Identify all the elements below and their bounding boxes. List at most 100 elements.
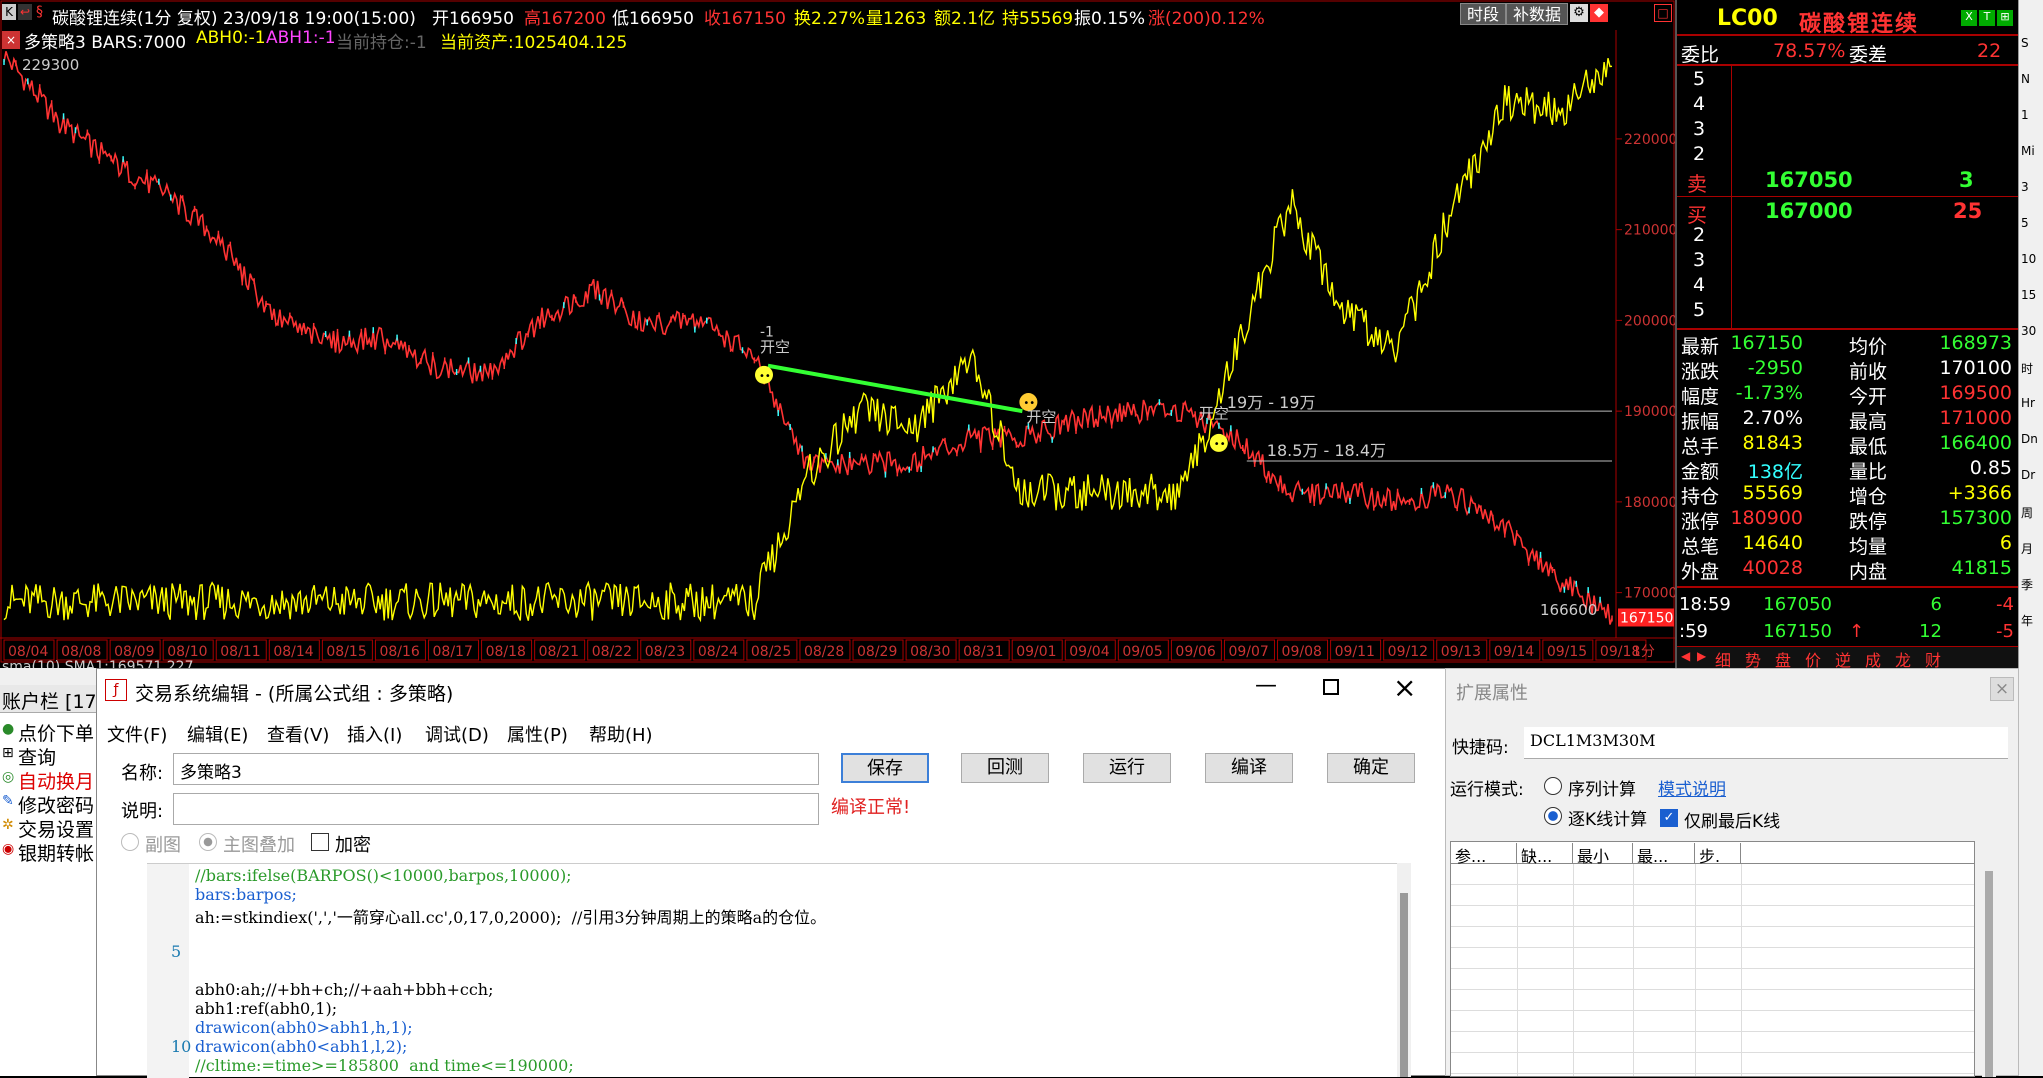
low-price-label: 166600 xyxy=(1540,601,1597,619)
backtest-button[interactable]: 回测 xyxy=(961,753,1049,783)
stat-label: 金额 xyxy=(1681,461,1720,483)
editor-scrollbar[interactable] xyxy=(1397,863,1411,1077)
account-item[interactable]: 查询 xyxy=(18,743,56,770)
period-button[interactable]: 时段 xyxy=(1460,3,1507,25)
stat-label: 涨停 xyxy=(1681,511,1720,533)
close-icon[interactable]: × xyxy=(1393,671,1416,704)
account-item[interactable]: 银期转帐 xyxy=(18,839,94,866)
stat-value: 157300 xyxy=(1939,507,2012,529)
side-tool-item[interactable]: 年 xyxy=(2021,612,2033,629)
sequence-radio[interactable] xyxy=(1544,777,1562,795)
side-tool-item[interactable]: 1 xyxy=(2021,108,2029,122)
grid-col-header[interactable]: 步. xyxy=(1699,843,1741,866)
mode-help-link[interactable]: 模式说明 xyxy=(1658,775,1726,800)
side-tool-item[interactable]: 3 xyxy=(2021,180,2029,194)
quote-code: LC00 xyxy=(1717,6,1778,31)
grid-scrollbar[interactable] xyxy=(1982,841,1996,1077)
buy-price: 167000 xyxy=(1765,199,1853,223)
fill-data-button[interactable]: 补数据 xyxy=(1506,3,1569,25)
dialog-titlebar: ƒ 交易系统编辑 - (所属公式组 : 多策略) — × xyxy=(97,669,1447,713)
side-tool-item[interactable]: S xyxy=(2021,36,2029,50)
side-tool-item[interactable]: 时 xyxy=(2021,360,2033,377)
prev-icon[interactable]: ◀ xyxy=(1681,649,1690,663)
run-button[interactable]: 运行 xyxy=(1083,753,1171,783)
sub-chart-radio[interactable] xyxy=(121,833,139,851)
last-kline-checkbox[interactable]: ✓ xyxy=(1660,809,1678,827)
t-icon[interactable]: T xyxy=(1979,10,1995,26)
shortcut-field[interactable]: DCL1M3M30M xyxy=(1524,727,2008,759)
price-chart: 220000 210000 200000 190000 180000 170000 08/0… xyxy=(0,0,1675,663)
chart-area[interactable]: 220000 210000 200000 190000 180000 170000 08/0… xyxy=(0,0,1675,663)
side-tool-item[interactable]: 月 xyxy=(2021,540,2033,557)
side-tool-item[interactable]: Hr xyxy=(2021,396,2035,410)
maximize-window-icon[interactable] xyxy=(1323,679,1339,695)
grid-col-header[interactable]: 最... xyxy=(1637,843,1695,866)
encrypt-checkbox[interactable] xyxy=(311,833,329,851)
band-label-2: 18.5万 - 18.4万 xyxy=(1267,441,1386,460)
grid-row[interactable] xyxy=(1451,927,1974,948)
side-tool-item[interactable]: 季 xyxy=(2021,576,2033,593)
code-editor[interactable]: 5 10 //bars:ifelse(BARPOS()<10000,barpos,… xyxy=(147,863,1403,1078)
account-item[interactable]: 交易设置 xyxy=(18,815,94,842)
volume: 量1263 xyxy=(866,9,927,29)
grid-row[interactable] xyxy=(1451,906,1974,927)
side-tool-item[interactable]: 周 xyxy=(2021,504,2033,521)
grid-row[interactable] xyxy=(1451,1032,1974,1053)
save-button[interactable]: 保存 xyxy=(841,753,929,783)
side-tool-item[interactable]: N xyxy=(2021,72,2030,86)
minimize-icon[interactable]: — xyxy=(1255,673,1277,698)
k-menu-icon[interactable]: K xyxy=(2,4,16,20)
account-item[interactable]: 点价下单 xyxy=(18,719,94,746)
menu-item[interactable]: 属性(P) xyxy=(507,721,568,747)
asset-value: 当前资产:1025404.125 xyxy=(440,33,628,53)
main-overlay-radio[interactable] xyxy=(199,833,217,851)
grid-row[interactable] xyxy=(1451,948,1974,969)
kline-radio[interactable] xyxy=(1544,807,1562,825)
grid-row[interactable] xyxy=(1451,990,1974,1011)
account-item[interactable]: 自动换月 xyxy=(18,767,94,794)
ext-close-icon[interactable]: × xyxy=(1990,677,2014,701)
sell-label: 卖 xyxy=(1687,172,1707,196)
account-item[interactable]: 修改密码 xyxy=(18,791,94,818)
side-tool-item[interactable]: Mi xyxy=(2021,144,2035,158)
param-grid[interactable]: 参... 缺... 最小 最... 步. xyxy=(1450,841,1975,1077)
side-tool-item[interactable]: 10 xyxy=(2021,252,2036,266)
split-icon[interactable]: ⊞ xyxy=(1997,10,2013,26)
stat-value: 170100 xyxy=(1939,357,2012,379)
menu-item[interactable]: 查看(V) xyxy=(267,721,329,747)
ok-button[interactable]: 确定 xyxy=(1327,753,1415,783)
maximize-icon[interactable]: □ xyxy=(1654,4,1672,22)
side-tool-item[interactable]: 30 xyxy=(2021,324,2036,338)
side-tool-item[interactable]: 15 xyxy=(2021,288,2036,302)
side-tool-item[interactable]: Dn xyxy=(2021,432,2038,446)
compile-button[interactable]: 编译 xyxy=(1205,753,1293,783)
y-tick-label: 200000 xyxy=(1624,313,1675,329)
menu-item[interactable]: 帮助(H) xyxy=(589,721,653,747)
grid-row[interactable] xyxy=(1451,1011,1974,1032)
grid-col-header[interactable]: 最小 xyxy=(1577,843,1633,866)
menu-item[interactable]: 调试(D) xyxy=(425,721,489,747)
menu-item[interactable]: 文件(F) xyxy=(107,721,167,747)
x-icon[interactable]: X xyxy=(1961,10,1977,26)
menu-item[interactable]: 编辑(E) xyxy=(187,721,248,747)
x-tick-label: 08/30 xyxy=(910,644,950,660)
alert-icon[interactable]: ◆ xyxy=(1590,4,1608,22)
grid-col-header[interactable]: 参... xyxy=(1455,843,1517,866)
grid-row[interactable] xyxy=(1451,864,1974,885)
y-tick-label: 170000 xyxy=(1624,586,1675,602)
name-field[interactable]: 多策略3 xyxy=(173,753,819,785)
stat-label: 跌停 xyxy=(1849,511,1888,533)
dialog-title: 交易系统编辑 - (所属公式组 : 多策略) xyxy=(135,683,454,705)
strategy-close-icon[interactable]: × xyxy=(2,31,20,49)
menu-item[interactable]: 插入(I) xyxy=(347,721,402,747)
back-icon[interactable]: ↩ xyxy=(18,4,32,20)
desc-field[interactable] xyxy=(173,793,819,825)
next-icon[interactable]: ▶ xyxy=(1697,649,1706,663)
grid-row[interactable] xyxy=(1451,969,1974,990)
side-tool-item[interactable]: 5 xyxy=(2021,216,2029,230)
grid-col-header[interactable]: 缺... xyxy=(1521,843,1573,866)
grid-row[interactable] xyxy=(1451,1053,1974,1074)
side-tool-item[interactable]: Dr xyxy=(2021,468,2035,482)
grid-row[interactable] xyxy=(1451,885,1974,906)
settings-icon[interactable]: ⚙ xyxy=(1570,4,1588,22)
